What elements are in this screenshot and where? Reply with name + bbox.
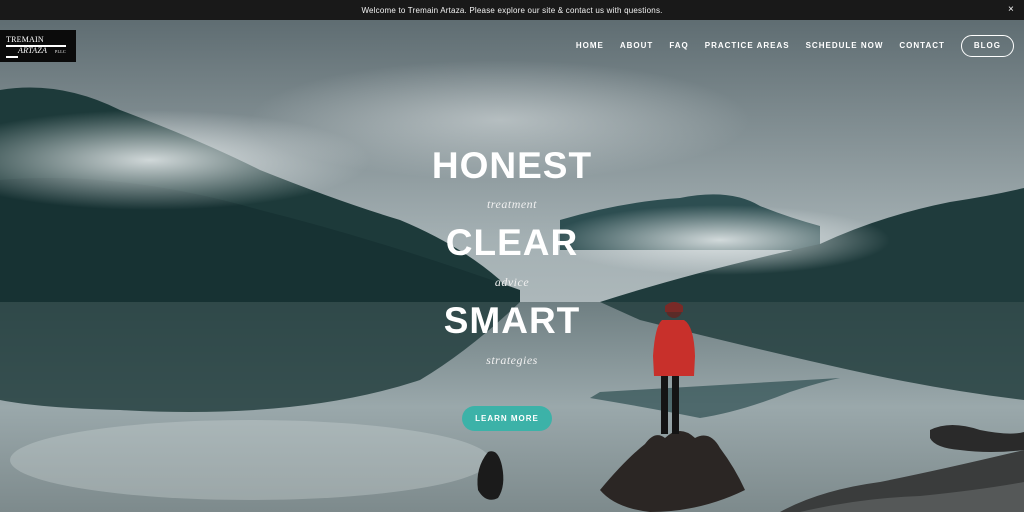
announcement-text: Welcome to Tremain Artaza. Please explor… (361, 5, 663, 15)
blog-button[interactable]: BLOG (960, 35, 1014, 57)
site-logo[interactable]: TREMAIN ARTAZA PLLC (0, 30, 76, 62)
nav-item-practice-areas[interactable]: PRACTICE AREAS (697, 34, 798, 58)
close-icon[interactable]: × (1004, 3, 1018, 17)
subline-strategies: strategies (486, 353, 538, 367)
hero-section (0, 20, 1024, 512)
nav-item-about[interactable]: ABOUT (612, 34, 661, 58)
nav-item-schedule-now[interactable]: SCHEDULE NOW (798, 34, 892, 58)
subline-treatment: treatment (486, 197, 538, 211)
headline-smart: SMART (443, 300, 581, 341)
nav-item-faq[interactable]: FAQ (661, 34, 696, 58)
logo-suffix: PLLC (55, 49, 66, 54)
learn-more-button[interactable]: LEARN MORE (462, 406, 552, 431)
hero-background-image (0, 20, 1024, 512)
logo-line-1: TREMAIN (6, 35, 44, 44)
main-nav: HOME ABOUT FAQ PRACTICE AREAS SCHEDULE N… (568, 34, 1014, 58)
headline-clear: CLEAR (445, 222, 579, 263)
headline-honest: HONEST (431, 145, 593, 186)
nav-item-home[interactable]: HOME (568, 34, 612, 58)
nav-item-contact[interactable]: CONTACT (891, 34, 953, 58)
logo-line-2: ARTAZA (18, 46, 48, 55)
site-header: TREMAIN ARTAZA PLLC HOME ABOUT FAQ PRACT… (0, 20, 1024, 80)
subline-advice: advice (494, 275, 530, 289)
announcement-bar: Welcome to Tremain Artaza. Please explor… (0, 0, 1024, 20)
logo-divider-small (6, 56, 18, 58)
